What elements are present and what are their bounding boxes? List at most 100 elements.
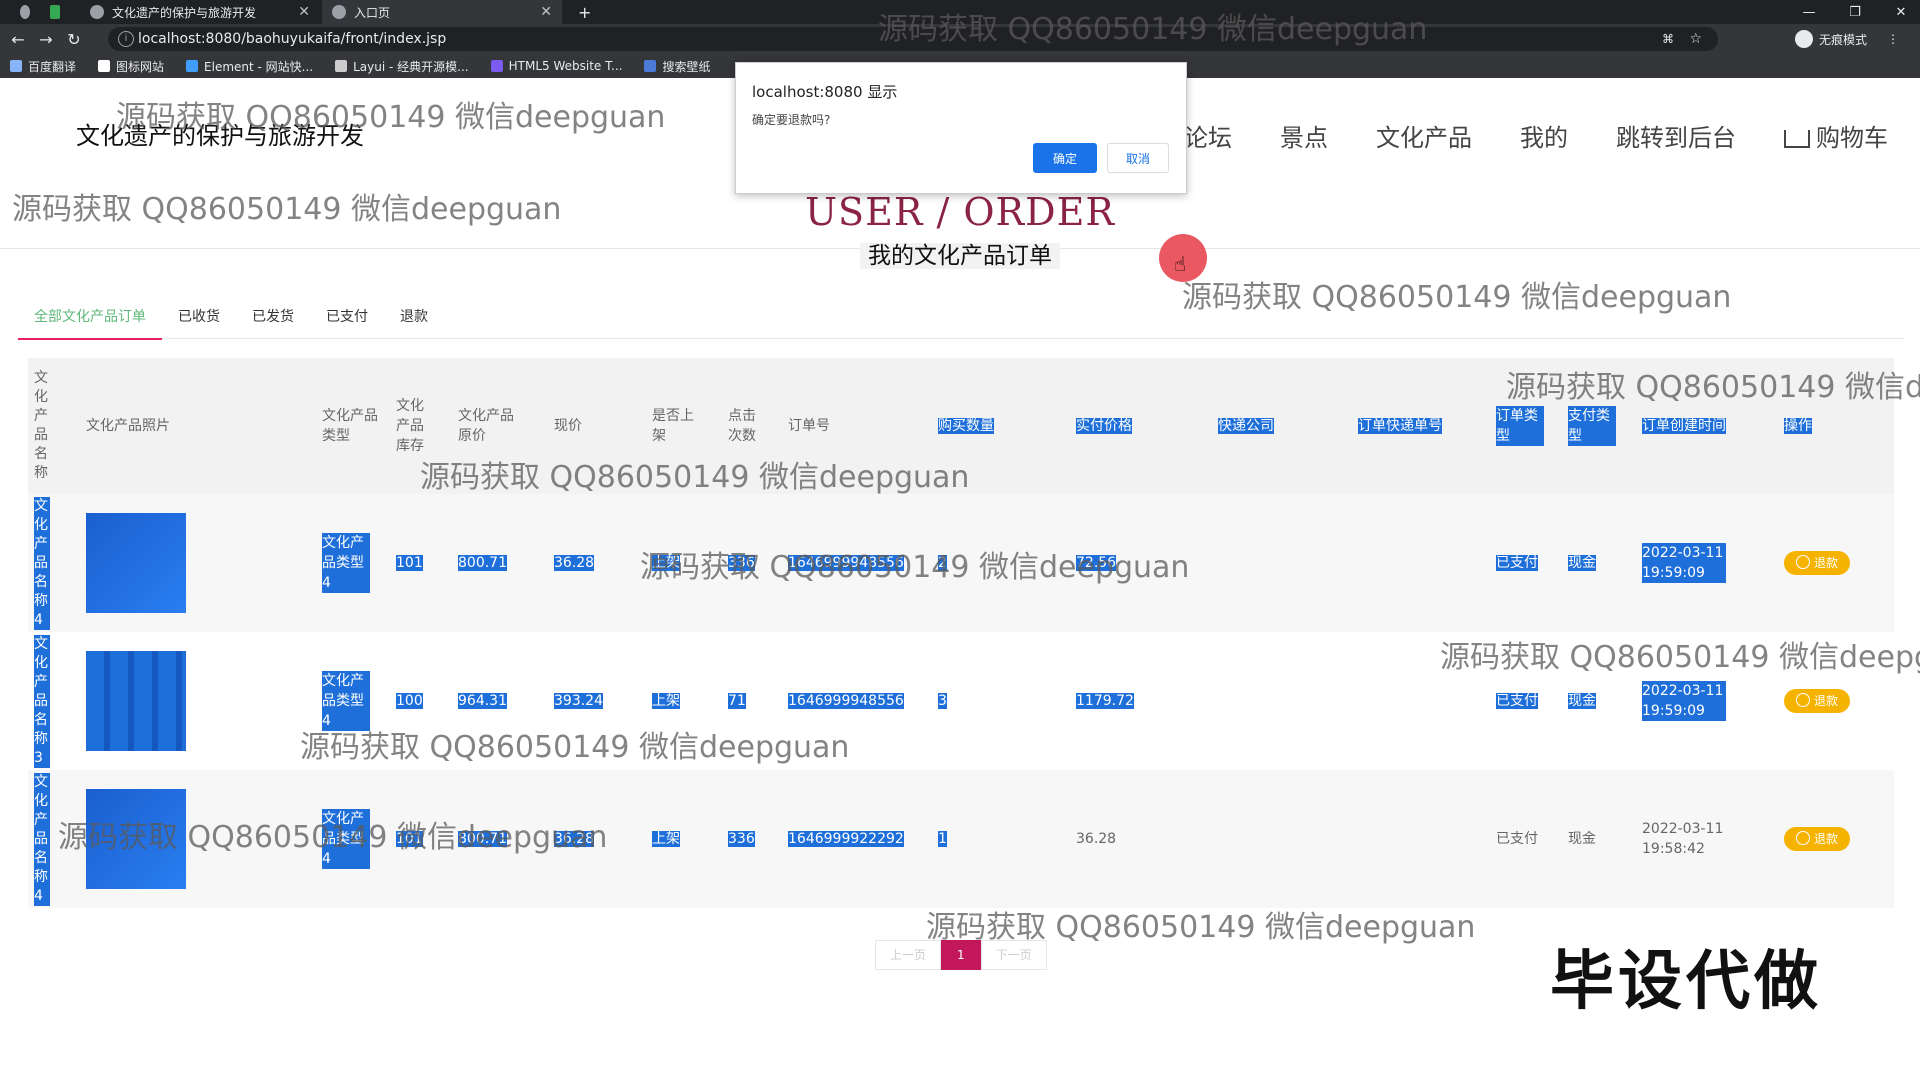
forward-icon[interactable]: → <box>32 30 60 49</box>
cell-name: 文化产品名称3 <box>34 634 50 768</box>
col-header: 快递公司 <box>1212 358 1352 494</box>
cell-stock: 101 <box>390 770 452 908</box>
browser-tab-1[interactable]: 文化遗产的保护与旅游开发 ✕ <box>80 0 320 24</box>
profile-menu[interactable]: 无痕模式 ⋮ <box>1795 30 1899 48</box>
cell-created: 2022-03-11 19:58:42 <box>1636 770 1778 908</box>
bookmark-icon <box>186 60 199 72</box>
back-icon[interactable]: ← <box>4 30 32 49</box>
brand-stamp: 毕设代做 <box>1550 945 1822 1019</box>
nav-cart[interactable]: 购物车 <box>1784 118 1888 153</box>
product-thumbnail[interactable] <box>86 513 186 613</box>
col-header: 订单快递单号 <box>1352 358 1490 494</box>
cell-on-shelf: 上架 <box>646 494 722 632</box>
cell-type: 文化产品类型4 <box>316 494 390 632</box>
cell-express <box>1212 494 1352 632</box>
cell-orig-price: 964.31 <box>458 693 507 709</box>
tab-received[interactable]: 已收货 <box>162 306 236 338</box>
pinned-tab[interactable] <box>40 0 70 24</box>
table-row[interactable]: 文化产品名称4 文化产品类型4 101 800.71 36.28 上架 336 … <box>28 494 1894 632</box>
site-info-icon[interactable]: i <box>118 31 134 47</box>
star-icon[interactable]: ☆ <box>1689 31 1702 47</box>
tab-refund[interactable]: 退款 <box>384 306 444 338</box>
chrome-icon <box>20 5 30 19</box>
section-subtitle: 我的文化产品订单 <box>0 236 1920 270</box>
cell-photo <box>80 632 316 770</box>
dialog-ok-button[interactable]: 确定 <box>1033 143 1097 173</box>
cell-orig-price: 800.71 <box>452 494 548 632</box>
bookmark-item[interactable]: HTML5 Website T... <box>490 59 623 73</box>
cell-orig-price: 800.71 <box>452 770 548 908</box>
dialog-cancel-button[interactable]: 取消 <box>1107 143 1169 173</box>
next-page-button[interactable]: 下一页 <box>980 940 1047 970</box>
translate-icon[interactable]: ⌘ <box>1662 32 1674 46</box>
col-header: 文化产品名称 <box>28 358 80 494</box>
table-row[interactable]: 文化产品名称3 文化产品类型4 100 964.31 393.24 上架 71 … <box>28 632 1894 770</box>
confirm-dialog: localhost:8080 显示 确定要退款吗? 确定 取消 <box>735 62 1187 194</box>
page-1-button[interactable]: 1 <box>941 940 981 970</box>
bookmark-item[interactable]: 图标网站 <box>98 58 164 75</box>
cell-order-type: 已支付 <box>1490 494 1562 632</box>
col-header: 订单类型 <box>1490 358 1562 494</box>
cell-paid: 36.28 <box>1070 770 1212 908</box>
nav-admin[interactable]: 跳转到后台 <box>1616 118 1736 153</box>
col-header: 文化产品库存 <box>390 358 452 494</box>
nav-products[interactable]: 文化产品 <box>1376 118 1472 153</box>
nav-attractions[interactable]: 景点 <box>1280 118 1328 153</box>
cell-action: 退款 <box>1778 632 1894 770</box>
reload-icon[interactable]: ↻ <box>60 30 88 49</box>
cell-qty: 1 <box>932 770 1070 908</box>
col-header: 点击次数 <box>722 358 782 494</box>
refund-button[interactable]: 退款 <box>1784 551 1851 575</box>
profile-label: 无痕模式 <box>1819 32 1868 47</box>
bookmark-item[interactable]: Element - 网站快... <box>186 58 313 75</box>
section-title: USER / ORDER <box>805 190 1115 234</box>
tab-all-orders[interactable]: 全部文化产品订单 <box>18 306 162 340</box>
restore-icon[interactable]: ❐ <box>1832 0 1878 24</box>
cell-tracking <box>1352 494 1490 632</box>
cell-on-shelf: 上架 <box>652 693 680 709</box>
product-thumbnail[interactable] <box>86 789 186 889</box>
bookmark-icon <box>644 60 657 72</box>
col-header: 订单创建时间 <box>1636 358 1778 494</box>
cell-express <box>1212 770 1352 908</box>
cell-name: 文化产品名称4 <box>28 494 80 632</box>
url-field[interactable]: i localhost:8080/baohuyukaifa/front/inde… <box>108 27 1718 51</box>
nav-forum[interactable]: 论坛 <box>1184 118 1232 153</box>
dialog-message: 确定要退款吗? <box>752 113 831 127</box>
orders-table: 文化产品名称 文化产品照片 文化产品类型 文化产品库存 文化产品原价 现价 是否… <box>28 358 1894 908</box>
refund-button[interactable]: 退款 <box>1784 689 1851 713</box>
table-row[interactable]: 文化产品名称4 文化产品类型4 101 800.71 36.28 上架 336 … <box>28 770 1894 908</box>
tab-paid[interactable]: 已支付 <box>310 306 384 338</box>
browser-tab-label: 文化遗产的保护与旅游开发 <box>112 5 257 20</box>
col-header: 支付类型 <box>1562 358 1636 494</box>
minimize-icon[interactable]: — <box>1786 0 1832 24</box>
refund-button[interactable]: 退款 <box>1784 827 1851 851</box>
bookmark-icon <box>335 60 348 72</box>
browser-tab-2[interactable]: 入口页 ✕ <box>322 0 562 24</box>
new-tab-button[interactable]: + <box>568 0 598 24</box>
tab-close-icon[interactable]: ✕ <box>298 4 310 20</box>
section-subtitle-text: 我的文化产品订单 <box>860 243 1060 269</box>
col-header: 订单号 <box>782 358 932 494</box>
col-header: 实付价格 <box>1070 358 1212 494</box>
tab-shipped[interactable]: 已发货 <box>236 306 310 338</box>
bookmark-label: HTML5 Website T... <box>508 59 623 73</box>
cell-action: 退款 <box>1778 770 1894 908</box>
product-thumbnail[interactable] <box>86 651 186 751</box>
nav-mine[interactable]: 我的 <box>1520 118 1568 153</box>
tab-close-icon[interactable]: ✕ <box>540 4 552 20</box>
bookmark-item[interactable]: 百度翻译 <box>10 58 76 75</box>
cell-name: 文化产品名称4 <box>28 770 80 908</box>
url-text: localhost:8080/baohuyukaifa/front/index.… <box>138 31 447 47</box>
cell-price: 36.28 <box>548 494 646 632</box>
bookmark-item[interactable]: Layui - 经典开源模... <box>335 58 469 75</box>
cell-order-type: 已支付 <box>1496 693 1538 709</box>
cell-on-shelf: 上架 <box>646 770 722 908</box>
menu-icon[interactable]: ⋮ <box>1887 32 1899 46</box>
cell-paid: 1179.72 <box>1076 693 1134 709</box>
cell-order-no: 1646999948556 <box>788 693 904 709</box>
col-header: 现价 <box>548 358 646 494</box>
prev-page-button[interactable]: 上一页 <box>875 940 942 970</box>
window-close-icon[interactable]: ✕ <box>1878 0 1920 24</box>
bookmark-item[interactable]: 搜索壁纸 <box>644 58 710 75</box>
